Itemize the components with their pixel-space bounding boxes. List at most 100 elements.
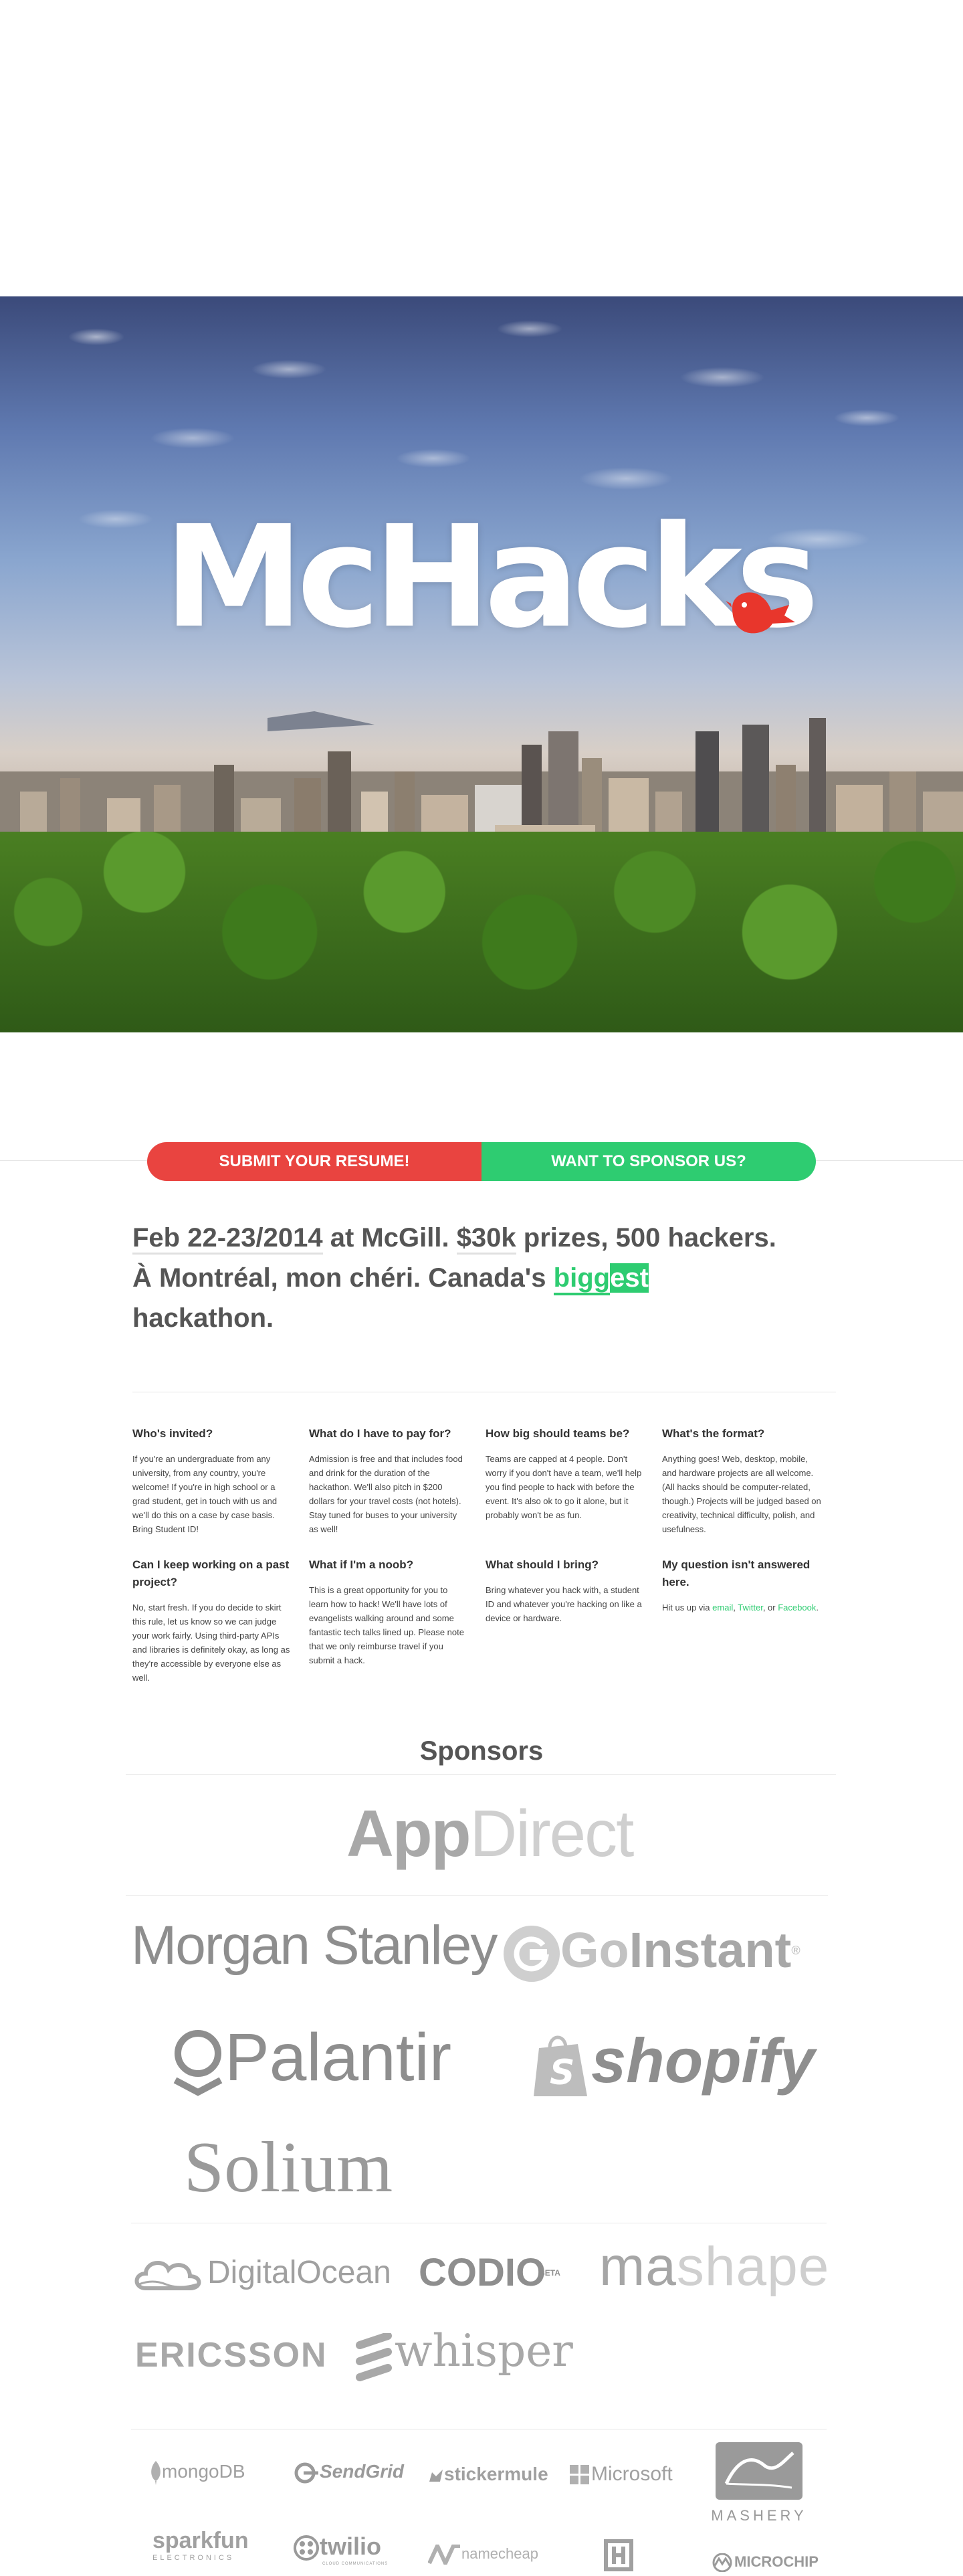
sendgrid-logo[interactable]: SendGrid	[294, 2457, 404, 2486]
palantir-icon	[173, 2029, 223, 2096]
facebook-link[interactable]: Facebook	[778, 1602, 816, 1613]
digitalocean-logo-text: DigitalOcean	[207, 2255, 391, 2290]
faq-answer: No, start fresh. If you do decide to ski…	[132, 1602, 290, 1683]
sendgrid-logo-text: SendGrid	[320, 2461, 405, 2482]
ericsson-logo[interactable]: ERICSSON	[135, 2332, 397, 2382]
faq-answer: Anything goes! Web, desktop, mobile, and…	[662, 1454, 821, 1534]
sparkfun-logo-text: sparkfun	[152, 2528, 249, 2553]
biggest-highlight-a: bigg	[553, 1263, 611, 1295]
svg-text:S: S	[550, 2053, 574, 2093]
goinstant-logo-go: Go	[560, 1922, 629, 1978]
biggest-highlight-b: est	[610, 1263, 649, 1293]
twilio-logo-sub: CLOUD COMMUNICATIONS	[322, 2562, 389, 2567]
twilio-icon	[294, 2535, 319, 2561]
namecheap-logo[interactable]: namecheap	[428, 2543, 538, 2565]
ericsson-logo-text: ERICSSON	[135, 2336, 328, 2375]
twilio-logo[interactable]: twilio CLOUD COMMUNICATIONS	[293, 2533, 388, 2567]
contact-or: , or	[762, 1602, 778, 1613]
solium-logo[interactable]: Solium	[184, 2124, 393, 2211]
mashape-logo-shape: shape	[676, 2236, 830, 2297]
mashery-logo[interactable]: MASHERY	[710, 2441, 808, 2524]
headline-line2: À Montréal, mon chéri. Canada's	[132, 1263, 554, 1293]
mongodb-logo[interactable]: mongoDB	[150, 2457, 245, 2486]
microchip-logo-text: MICROCHIP	[734, 2553, 819, 2570]
morgan-stanley-logo[interactable]: Morgan Stanley	[131, 1912, 498, 1979]
digitalocean-logo[interactable]: DigitalOcean	[132, 2249, 391, 2296]
faq-answer: Teams are capped at 4 people. Don't worr…	[486, 1454, 642, 1520]
faq-answer: Admission is free and that includes food…	[309, 1454, 463, 1534]
faq-question: My question isn't answered here.	[662, 1558, 811, 1588]
contact-prefix: Hit us up via	[662, 1602, 713, 1613]
sendgrid-icon	[294, 2462, 318, 2484]
namecheap-logo-text: namecheap	[461, 2545, 538, 2562]
namecheap-icon	[428, 2545, 460, 2565]
microchip-icon	[712, 2553, 732, 2573]
microchip-logo[interactable]: MICROCHIP	[710, 2551, 819, 2573]
faq-item: What should I bring? Bring whatever you …	[486, 1556, 645, 1685]
faq-question: What if I'm a noob?	[309, 1558, 414, 1571]
headline-at: at McGill.	[322, 1223, 457, 1253]
bird-icon	[726, 592, 795, 634]
twitter-link[interactable]: Twitter	[738, 1602, 763, 1613]
mashery-icon	[716, 2442, 802, 2500]
appdirect-logo-app: App	[346, 1797, 471, 1870]
whisper-logo[interactable]: whisper	[395, 2324, 573, 2378]
faq-item: What if I'm a noob? This is a great oppo…	[309, 1556, 468, 1685]
prize-amount: $30k	[456, 1223, 516, 1255]
hero-logo-text: McHacks	[164, 495, 819, 659]
appdirect-logo-direct: Direct	[469, 1797, 635, 1870]
hackerleague-logo-icon[interactable]	[603, 2537, 634, 2573]
shopify-logo[interactable]: Sshopify	[530, 2021, 815, 2101]
shopify-logo-text: shopify	[591, 2025, 815, 2096]
mashery-logo-text: MASHERY	[711, 2507, 807, 2524]
faq-item: Who's invited? If you're an undergraduat…	[132, 1425, 292, 1536]
goinstant-icon	[504, 1926, 560, 1983]
faq-question: How big should teams be?	[486, 1427, 630, 1440]
email-link[interactable]: email	[712, 1602, 733, 1613]
sponsor-us-button[interactable]: WANT TO SPONSOR US?	[481, 1142, 816, 1181]
event-headline: Feb 22-23/2014 at McGill. $30k prizes, 5…	[132, 1218, 841, 1338]
codio-logo[interactable]: CODIOBETA	[419, 2248, 560, 2298]
sparkfun-logo-sub: ELECTRONICS	[152, 2554, 235, 2562]
faq-item: My question isn't answered here. Hit us …	[662, 1556, 821, 1685]
faq-answer: This is a great opportunity for you to l…	[309, 1585, 464, 1665]
faq-grid: Who's invited? If you're an undergraduat…	[132, 1425, 835, 1685]
stickermule-logo-text: stickermule	[444, 2464, 548, 2484]
digitalocean-cloud-icon	[134, 2261, 201, 2291]
ericsson-icon	[356, 2333, 393, 2382]
twilio-logo-text: twilio	[320, 2533, 381, 2560]
codio-beta-label: BETA	[539, 2268, 560, 2278]
microsoft-windows-icon	[570, 2465, 589, 2485]
mashape-logo-ma: ma	[599, 2236, 677, 2297]
faq-answer: Hit us up via email, Twitter, or Faceboo…	[662, 1600, 821, 1615]
mongodb-leaf-icon	[151, 2460, 160, 2485]
contact-period: .	[816, 1602, 819, 1613]
faq-question: What should I bring?	[486, 1558, 599, 1571]
codio-logo-text: CODIO	[419, 2251, 546, 2294]
faq-item: How big should teams be? Teams are cappe…	[486, 1425, 645, 1536]
hero-trees	[0, 832, 963, 1032]
goinstant-logo-instant: Instant	[629, 1922, 792, 1978]
stickermule-logo[interactable]: stickermule	[428, 2460, 548, 2489]
faq-item: What's the format? Anything goes! Web, d…	[662, 1425, 821, 1536]
headline-line3: hackathon.	[132, 1303, 274, 1333]
sparkfun-logo[interactable]: sparkfun ELECTRONICS	[152, 2528, 259, 2563]
mongodb-logo-text: mongoDB	[162, 2461, 245, 2482]
faq-answer: If you're an undergraduate from any univ…	[132, 1454, 278, 1534]
tier-divider	[126, 1895, 828, 1896]
cta-button-group: SUBMIT YOUR RESUME! WANT TO SPONSOR US?	[147, 1142, 816, 1181]
faq-question: What's the format?	[662, 1427, 765, 1440]
event-date: Feb 22-23/2014	[132, 1223, 323, 1255]
shopify-bag-icon: S	[534, 2035, 587, 2097]
submit-resume-button[interactable]: SUBMIT YOUR RESUME!	[147, 1142, 481, 1181]
palantir-logo[interactable]: Palantir	[171, 2017, 451, 2098]
mashape-logo[interactable]: mashape	[599, 2233, 829, 2300]
headline-prizes-rest: prizes, 500 hackers.	[516, 1223, 776, 1253]
hero-banner: McHacks	[0, 296, 963, 1032]
goinstant-logo[interactable]: GoInstant®	[503, 1920, 800, 1983]
sponsors-divider	[126, 1774, 836, 1775]
faq-answer: Bring whatever you hack with, a student …	[486, 1585, 642, 1623]
sponsors-heading: Sponsors	[419, 1736, 544, 1766]
appdirect-logo[interactable]: AppDirect	[346, 1797, 635, 1870]
microsoft-logo[interactable]: Microsoft	[568, 2460, 673, 2489]
